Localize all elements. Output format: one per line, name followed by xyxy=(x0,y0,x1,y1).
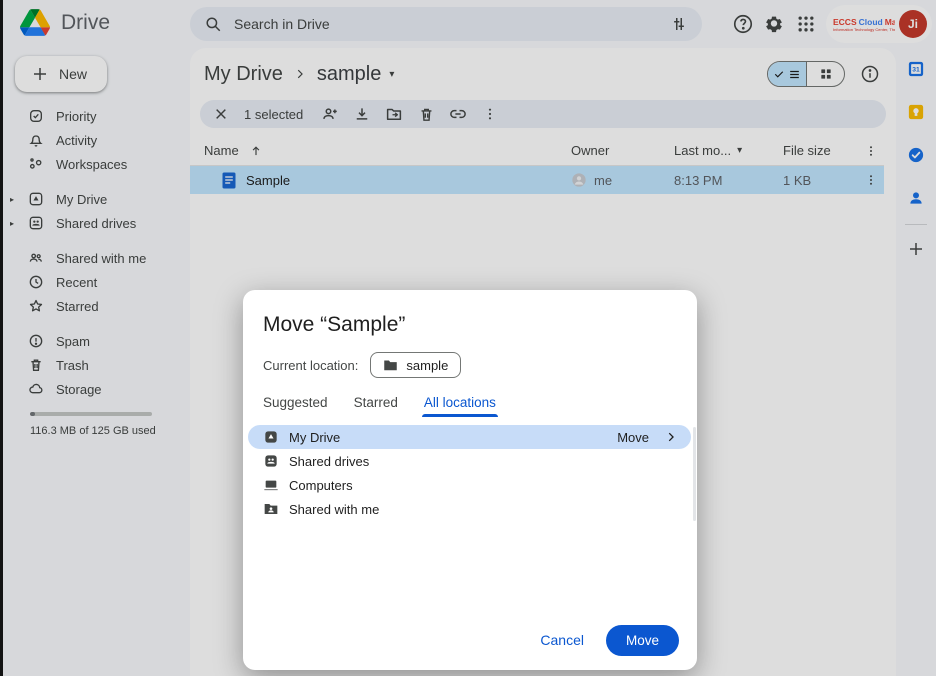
scrollbar[interactable] xyxy=(693,427,696,521)
dialog-title: Move “Sample” xyxy=(263,313,677,337)
my-drive-icon xyxy=(263,429,279,445)
move-button[interactable]: Move xyxy=(606,625,679,656)
tab-starred[interactable]: Starred xyxy=(354,395,398,417)
computer-icon xyxy=(263,477,279,493)
shared-drives-icon xyxy=(263,453,279,469)
google-drive-window: Drive ECCSCloudMail Informatio xyxy=(0,0,936,676)
folder-icon xyxy=(383,359,398,372)
move-dialog: Move “Sample” Current location: sample S… xyxy=(243,290,697,670)
location-row-computers[interactable]: Computers xyxy=(248,473,691,497)
dialog-tabs: Suggested Starred All locations xyxy=(263,395,677,417)
location-row-my-drive[interactable]: My Drive Move xyxy=(248,425,691,449)
location-row-shared-with-me[interactable]: Shared with me xyxy=(248,497,691,521)
tab-all-locations[interactable]: All locations xyxy=(424,395,496,417)
shared-folder-icon xyxy=(263,501,279,517)
current-location-chip[interactable]: sample xyxy=(370,352,461,378)
cancel-button[interactable]: Cancel xyxy=(524,624,600,656)
move-here-label[interactable]: Move xyxy=(617,430,649,445)
tab-suggested[interactable]: Suggested xyxy=(263,395,328,417)
location-row-shared-drives[interactable]: Shared drives xyxy=(248,449,691,473)
location-list: My Drive Move Shared drives Compute xyxy=(248,425,691,521)
current-location-label: Current location: xyxy=(263,358,358,373)
chevron-right-icon[interactable] xyxy=(664,430,678,444)
